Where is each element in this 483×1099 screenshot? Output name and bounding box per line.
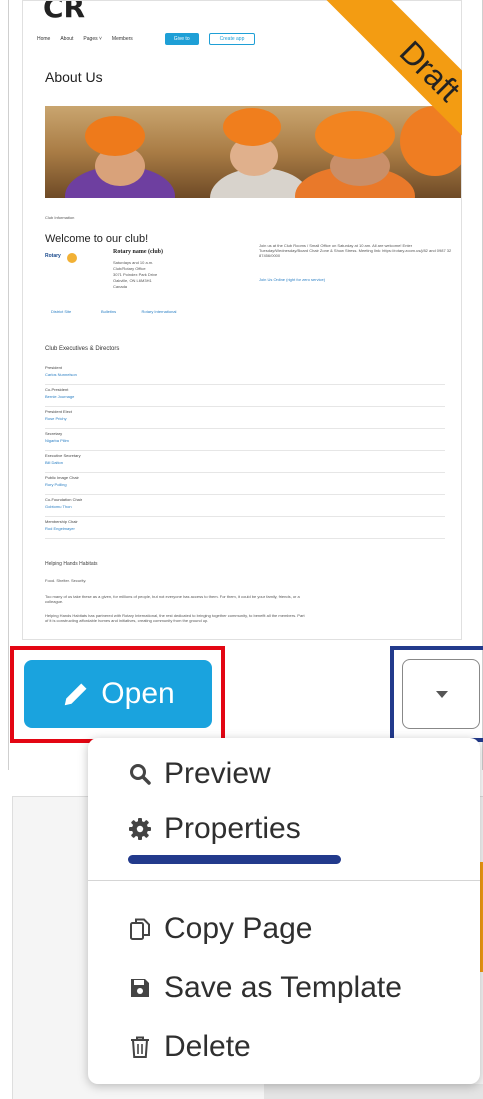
page-title: About Us (45, 69, 103, 85)
properties-underline (128, 855, 341, 864)
background-bar (264, 1084, 483, 1099)
exec-row: Public Image Chair Rory Polling (45, 473, 445, 495)
dropdown-toggle-button[interactable] (402, 659, 480, 729)
address-3: 3071 Poindex Park Drive (113, 272, 158, 277)
welcome-heading: Welcome to our club! (45, 233, 149, 245)
menu-item-properties-label: Properties (164, 812, 301, 845)
join-link: Join Us Online (right for zero service) (259, 277, 326, 282)
menu-item-delete-label: Delete (164, 1030, 251, 1063)
draft-ribbon: Draft (292, 0, 462, 170)
nav-item-pages: Pages ˅ (83, 36, 102, 42)
helping-subtitle: Food. Shelter. Security. (45, 578, 87, 583)
menu-item-properties[interactable]: Properties (128, 804, 301, 854)
quick-link-bulletins: Bulletins (101, 309, 117, 314)
menu-item-save-template[interactable]: Save as Template (128, 963, 402, 1013)
rotary-logo: Rotary (45, 253, 77, 265)
nav-item-about: About (60, 36, 74, 42)
open-button[interactable]: Open (24, 660, 212, 728)
exec-row: Executive Secretary Bill Dalton (45, 451, 445, 473)
gear-icon (129, 818, 151, 840)
club-name: Rotary name (club) (113, 249, 163, 255)
quick-link-rotary: Rotary International (141, 309, 177, 314)
menu-item-copy-page-label: Copy Page (164, 912, 313, 945)
exec-row: President Elect Rose Prichy (45, 407, 445, 429)
pencil-icon (65, 683, 87, 706)
menu-item-preview-label: Preview (164, 757, 271, 790)
save-icon (131, 979, 149, 997)
menu-item-preview[interactable]: Preview (128, 749, 271, 799)
exec-row: Co-Foundation Chair Gobtomu Thon (45, 495, 445, 517)
helping-paragraph-2: Helping Hands Habitats has partnered wit… (45, 613, 305, 623)
nav-button-primary: Give to (164, 33, 199, 45)
nav-item-members: Members (111, 36, 133, 42)
trash-icon (131, 1036, 149, 1058)
address-2: Club/Rotary Office (113, 266, 146, 271)
exec-row: Membership Chair Rod Engelmayer (45, 517, 445, 539)
exec-row: Secretary Nigarba Pilim (45, 429, 445, 451)
nav-item-home: Home (37, 36, 51, 42)
helping-title: Helping Hands Habitats (45, 561, 98, 567)
site-logo: CR (43, 0, 86, 24)
menu-item-save-template-label: Save as Template (164, 971, 402, 1004)
quick-link-district: District Site (51, 309, 72, 314)
draft-label: Draft (392, 33, 462, 109)
helping-paragraph-1: Too many of us take these as a given, fo… (45, 594, 300, 604)
club-intro: Join us at the Club Rooms / Small Office… (259, 243, 452, 258)
copy-icon (130, 918, 150, 940)
thumbnail-nav: Home About Pages ˅ Members Give to Creat… (37, 33, 256, 45)
exec-row: Co-President Bernie Journage (45, 385, 445, 407)
address-4: Oakville, ON L6M3H1 (113, 278, 152, 283)
address-1: Saturdays and 10 a.m. (113, 260, 154, 265)
address-5: Canada (113, 284, 128, 289)
search-icon (130, 764, 151, 785)
exec-title: Club Executives & Directors (45, 346, 120, 352)
nav-button-secondary: Create app (208, 33, 256, 45)
menu-item-copy-page[interactable]: Copy Page (128, 904, 312, 954)
open-button-label: Open (101, 677, 175, 710)
page-actions-menu: Preview Properties Copy Page Save as Tem… (88, 738, 480, 1084)
menu-divider (88, 880, 480, 881)
menu-item-delete[interactable]: Delete (128, 1022, 251, 1072)
caret-down-icon (436, 691, 448, 698)
exec-row: President Carlos Nunnelson (45, 363, 445, 385)
club-info-label: Club Information (45, 215, 75, 220)
